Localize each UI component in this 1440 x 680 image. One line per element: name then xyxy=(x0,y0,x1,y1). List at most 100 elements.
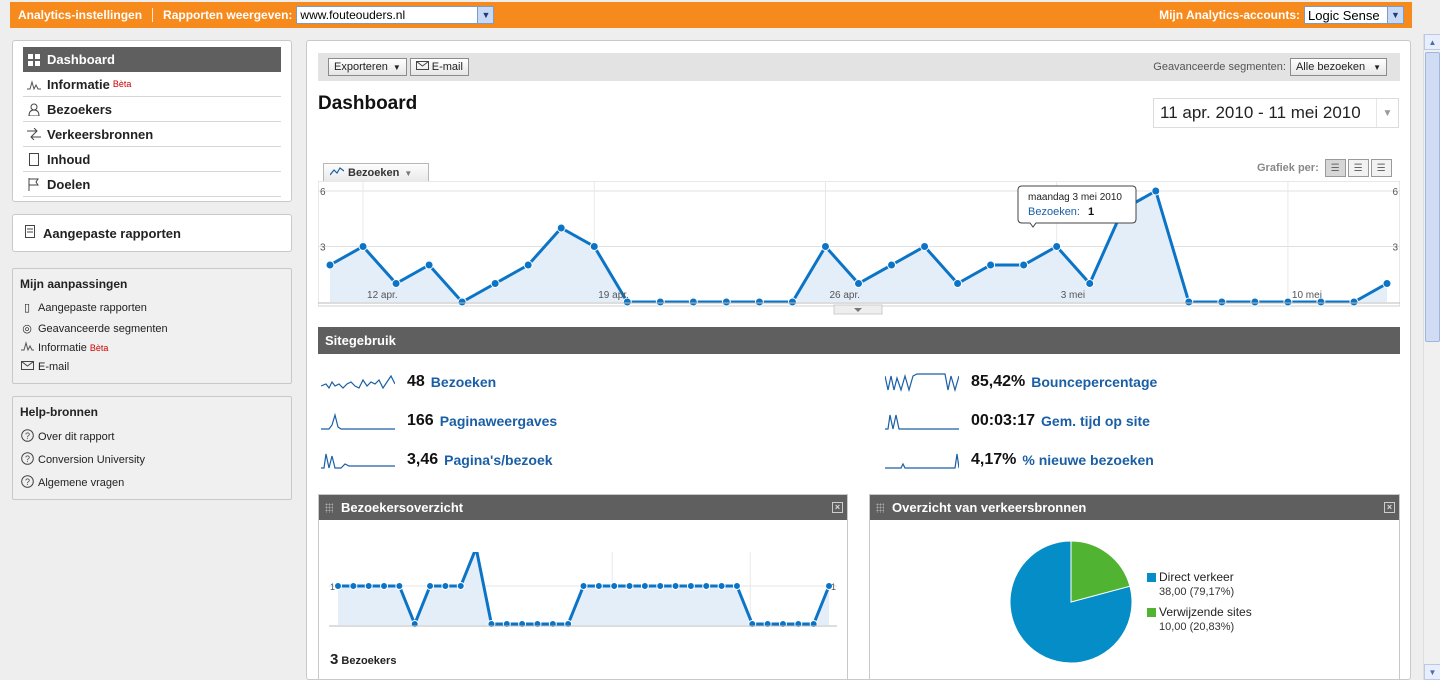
account-select-value: Logic Sense xyxy=(1308,7,1380,23)
side-link-advanced-segments[interactable]: ◎ Geavanceerde segmenten xyxy=(20,318,284,339)
segments-label: Geavanceerde segmenten: xyxy=(1153,61,1286,73)
widget-title: Bezoekersoverzicht xyxy=(341,500,464,515)
stat-visits[interactable]: 48 Bezoeken xyxy=(321,371,496,393)
close-icon[interactable]: × xyxy=(1384,502,1395,513)
help-link-general-questions[interactable]: ? Algemene vragen xyxy=(20,471,284,494)
date-range-value: 11 apr. 2010 - 11 mei 2010 xyxy=(1160,103,1361,122)
data-point xyxy=(854,279,863,288)
nav-item-informatie[interactable]: Informatie Bèta xyxy=(23,72,281,97)
legend-value: 10,00 (20,83%) xyxy=(1159,621,1235,633)
data-point xyxy=(490,279,500,288)
stat-pages-per-visit[interactable]: 3,46 Pagina's/bezoek xyxy=(321,449,553,471)
sparkline-icon xyxy=(885,414,959,430)
question-icon: ? xyxy=(20,428,34,445)
export-button[interactable]: Exporteren ▼ xyxy=(328,58,407,76)
data-point xyxy=(395,582,404,590)
email-button[interactable]: E-mail xyxy=(409,58,469,76)
month-view-button[interactable]: ☰ xyxy=(1370,159,1392,177)
data-point xyxy=(1283,297,1293,307)
nav-item-inhoud[interactable]: Inhoud xyxy=(23,147,281,172)
data-point xyxy=(594,582,603,590)
week-view-button[interactable]: ☰ xyxy=(1347,159,1369,177)
custom-reports-link[interactable]: Aangepaste rapporten xyxy=(12,214,292,252)
envelope-icon xyxy=(20,360,34,373)
separator xyxy=(152,8,154,22)
nav-item-verkeersbronnen[interactable]: Verkeersbronnen xyxy=(23,122,281,147)
chevron-down-icon: ▼ xyxy=(477,7,494,23)
x-tick-label: 19 apr. xyxy=(598,290,629,301)
chevron-down-icon: ▼ xyxy=(1373,62,1381,72)
tooltip-date: maandag 3 mei 2010 xyxy=(1028,192,1122,203)
data-point xyxy=(457,297,467,307)
day-view-button[interactable]: ☰ xyxy=(1324,159,1346,177)
scroll-thumb[interactable] xyxy=(1425,52,1440,342)
nav-item-dashboard[interactable]: Dashboard xyxy=(23,47,281,72)
help-link-conversion-university[interactable]: ? Conversion University xyxy=(20,448,284,471)
side-link-custom-reports[interactable]: ▯ Aangepaste rapporten xyxy=(20,297,284,318)
drag-handle-icon[interactable] xyxy=(876,502,884,513)
chart-tooltip: maandag 3 mei 2010 Bezoeken: 1 xyxy=(1017,185,1137,228)
widget-title: Overzicht van verkeersbronnen xyxy=(892,500,1087,515)
stat-bounce-rate[interactable]: 85,42% Bouncepercentage xyxy=(885,371,1157,393)
site-select[interactable]: www.fouteouders.nl ▼ xyxy=(296,6,495,24)
visitors-count: 3 xyxy=(330,651,339,668)
data-point xyxy=(441,582,450,590)
data-point xyxy=(1217,297,1227,307)
side-link-label: Over dit rapport xyxy=(38,430,115,443)
data-point xyxy=(920,242,930,251)
legend-swatch xyxy=(1147,573,1156,583)
metric-select[interactable]: Bezoeken ▼ xyxy=(323,163,429,182)
data-point xyxy=(986,260,996,270)
help-link-about-report[interactable]: ? Over dit rapport xyxy=(20,425,284,448)
accounts-label: Mijn Analytics-accounts: xyxy=(1159,8,1300,22)
account-select[interactable]: Logic Sense ▼ xyxy=(1304,6,1404,24)
widget-header[interactable]: Overzicht van verkeersbronnen × xyxy=(870,495,1399,520)
beta-badge: Bèta xyxy=(112,79,132,89)
side-link-label: Algemene vragen xyxy=(38,476,125,489)
side-link-email[interactable]: E-mail xyxy=(20,356,284,377)
widget-header[interactable]: Bezoekersoverzicht × xyxy=(319,495,847,520)
data-point xyxy=(589,242,599,251)
stat-label: Bezoeken xyxy=(430,374,497,390)
stat-new-visits[interactable]: 4,17% % nieuwe bezoeken xyxy=(885,449,1154,471)
segment-select[interactable]: Alle bezoeken ▼ xyxy=(1289,58,1387,76)
date-range-picker[interactable]: 11 apr. 2010 - 11 mei 2010 ▼ xyxy=(1153,98,1399,128)
side-link-informatie[interactable]: Informatie Bèta xyxy=(20,339,284,356)
flag-icon xyxy=(27,177,41,191)
sparkline-icon xyxy=(20,341,34,354)
y-tick-label: 2 xyxy=(831,552,836,554)
data-point xyxy=(671,582,680,590)
analytics-settings-link[interactable]: Analytics-instellingen xyxy=(18,8,142,22)
site-select-value: www.fouteouders.nl xyxy=(300,8,406,22)
graph-granularity: Grafiek per: ☰ ☰ ☰ xyxy=(1257,159,1392,177)
close-icon[interactable]: × xyxy=(832,502,843,513)
custom-reports-label: Aangepaste rapporten xyxy=(43,225,181,241)
legend-label: Direct verkeer xyxy=(1159,570,1234,584)
svg-text:?: ? xyxy=(24,477,29,487)
stat-value: 3,46 xyxy=(407,451,439,468)
svg-text:?: ? xyxy=(24,454,29,464)
data-point xyxy=(334,582,342,590)
stat-avg-time[interactable]: 00:03:17 Gem. tijd op site xyxy=(885,410,1150,432)
stat-pageviews[interactable]: 166 Paginaweergaves xyxy=(321,410,557,432)
drag-handle-icon[interactable] xyxy=(325,502,333,513)
scroll-down-icon[interactable]: ▼ xyxy=(1424,664,1440,680)
top-bar: Analytics-instellingen Rapporten weergev… xyxy=(10,2,1412,28)
stat-label: Gem. tijd op site xyxy=(1041,413,1150,429)
document-icon: ▯ xyxy=(23,302,31,314)
data-point xyxy=(1349,297,1359,307)
arrows-icon xyxy=(27,127,41,141)
scroll-up-icon[interactable]: ▲ xyxy=(1424,34,1440,50)
data-point xyxy=(625,582,634,590)
data-point xyxy=(610,582,619,590)
stat-label: Paginaweergaves xyxy=(439,413,558,429)
page-scrollbar[interactable]: ▲ ▼ xyxy=(1423,34,1440,680)
data-point xyxy=(579,582,588,590)
data-point xyxy=(887,260,897,270)
sparkline-icon xyxy=(321,412,395,430)
nav-item-bezoekers[interactable]: Bezoekers xyxy=(23,97,281,122)
visitors-total[interactable]: 3 Bezoekers xyxy=(330,651,396,668)
segment-value: Alle bezoeken xyxy=(1295,61,1366,73)
question-icon: ? xyxy=(20,474,34,491)
nav-item-doelen[interactable]: Doelen xyxy=(23,172,281,197)
